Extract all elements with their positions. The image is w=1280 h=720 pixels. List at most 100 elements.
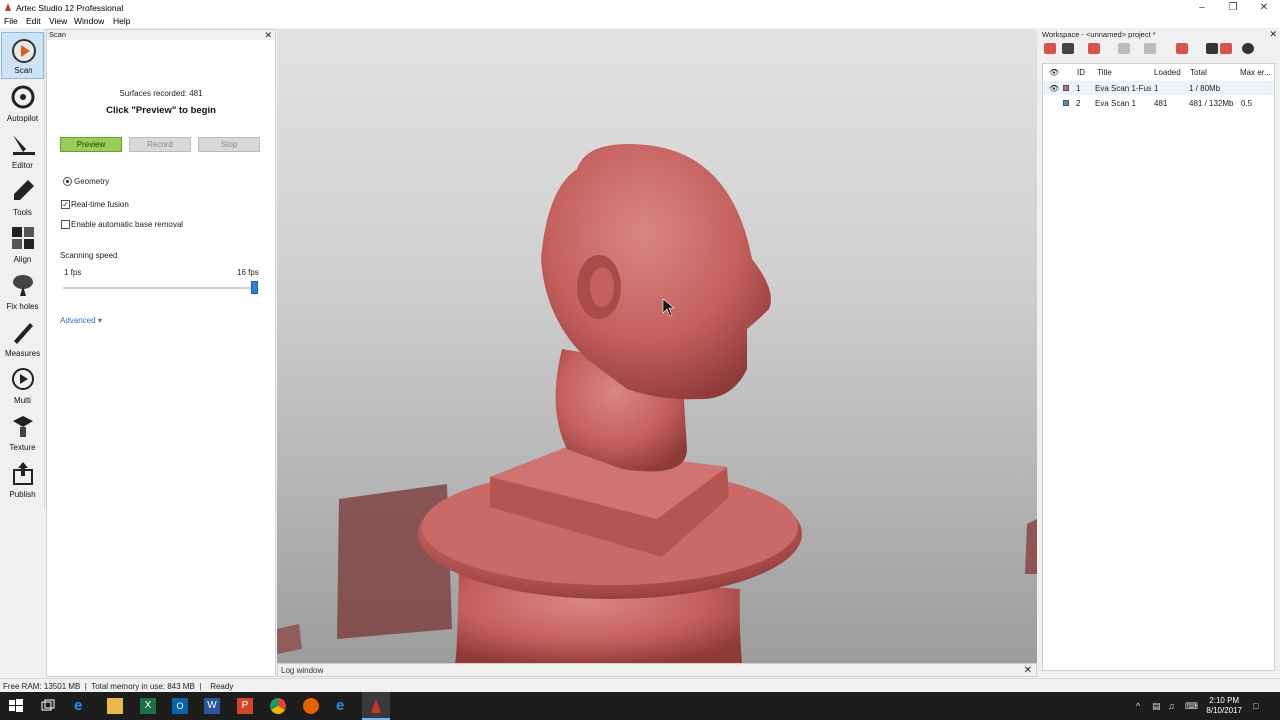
excel-icon[interactable]: X	[140, 698, 156, 714]
close-icon[interactable]: ✕	[264, 30, 272, 40]
window-title: Artec Studio 12 Professional	[16, 3, 124, 13]
scanning-speed-slider[interactable]	[63, 287, 258, 289]
task-view-icon[interactable]	[40, 698, 56, 714]
table-row[interactable]: 2 Eva Scan 1 481 481 / 132Mb 0.5	[1043, 96, 1274, 110]
tools-wrench-icon	[14, 180, 34, 200]
chevron-down-icon: ▾	[97, 316, 102, 325]
scan-icon	[12, 39, 36, 63]
status-bar: Free RAM: 13501 MB | Total memory in use…	[0, 678, 1280, 692]
log-window-bar[interactable]: Log window ✕	[277, 663, 1037, 677]
col-max-error[interactable]: Max er...	[1240, 68, 1271, 77]
fps-max-label: 16 fps	[237, 268, 259, 277]
title-bar: Artec Studio 12 Professional – ❐ ✕	[0, 0, 1280, 15]
notifications-icon[interactable]: □	[1253, 701, 1258, 711]
tool-tools[interactable]: Tools	[1, 173, 44, 220]
menu-help[interactable]: Help	[113, 16, 130, 26]
open-folder-icon[interactable]	[1062, 43, 1074, 54]
tray-chevron-icon[interactable]: ^	[1136, 701, 1140, 711]
volume-icon[interactable]: ♫	[1168, 701, 1175, 711]
workspace-table: 👁 ID Title Loaded Total Max er... 👁 1 Ev…	[1042, 63, 1275, 671]
align-puzzle-icon	[12, 227, 34, 249]
fix-holes-icon	[13, 275, 33, 296]
realtime-fusion-checkbox[interactable]: ✓	[61, 200, 70, 209]
tool-editor[interactable]: Editor	[1, 126, 44, 173]
undo-icon[interactable]	[1118, 43, 1130, 54]
taskbar: e X O W P e ^ ▤ ♫ ⌨ 2:10 PM 8/10/2017 □	[0, 692, 1280, 720]
scan-panel-header: Scan ✕	[47, 30, 275, 40]
tool-publish[interactable]: Publish	[1, 455, 44, 502]
remove-icon[interactable]	[1220, 43, 1232, 54]
network-icon[interactable]: ▤	[1152, 701, 1161, 712]
internet-explorer-icon[interactable]: e	[336, 698, 352, 714]
tool-measures[interactable]: Measures	[1, 314, 44, 361]
surfaces-recorded: Surfaces recorded: 481	[119, 89, 203, 98]
preview-button[interactable]: Preview	[60, 137, 122, 152]
tool-multi[interactable]: Multi	[1, 361, 44, 408]
col-loaded[interactable]: Loaded	[1154, 68, 1181, 77]
table-row[interactable]: 👁 1 Eva Scan 1-Fusi 1 1 / 80Mb	[1043, 81, 1274, 95]
app-logo-icon	[5, 3, 11, 11]
workspace-toolbar	[1040, 41, 1280, 58]
menu-file[interactable]: File	[4, 16, 18, 26]
new-project-icon[interactable]	[1044, 43, 1056, 54]
slider-handle[interactable]	[251, 281, 258, 294]
workspace-header: Workspace - <unnamed> project * ✕	[1042, 29, 1277, 40]
autopilot-icon	[11, 85, 35, 109]
close-window-button[interactable]: ✕	[1248, 0, 1280, 15]
measures-icon	[14, 323, 33, 344]
close-icon[interactable]: ✕	[1024, 664, 1032, 677]
system-clock[interactable]: 2:10 PM 8/10/2017	[1206, 696, 1242, 716]
save-icon[interactable]	[1088, 43, 1100, 54]
menu-edit[interactable]: Edit	[26, 16, 41, 26]
menu-view[interactable]: View	[49, 16, 67, 26]
publish-icon	[13, 462, 33, 485]
col-title[interactable]: Title	[1097, 68, 1112, 77]
minimize-button[interactable]: –	[1186, 0, 1218, 15]
chrome-icon[interactable]	[270, 698, 286, 714]
texture-icon	[13, 416, 33, 437]
copy-icon[interactable]	[1206, 43, 1218, 54]
preview-hint: Click "Preview" to begin	[106, 105, 216, 116]
close-icon[interactable]: ✕	[1269, 29, 1277, 40]
keyboard-icon[interactable]: ⌨	[1185, 701, 1198, 712]
record-button[interactable]: Record	[129, 137, 191, 152]
outlook-icon[interactable]: O	[172, 698, 188, 714]
edge-browser-icon[interactable]: e	[74, 698, 90, 714]
eye-icon[interactable]: 👁	[1049, 84, 1059, 93]
stop-button[interactable]: Stop	[198, 137, 260, 152]
powerpoint-icon[interactable]: P	[237, 698, 253, 714]
redo-icon[interactable]	[1144, 43, 1156, 54]
base-removal-checkbox[interactable]	[61, 220, 70, 229]
status-text: Free RAM: 13501 MB | Total memory in use…	[3, 682, 234, 691]
restore-button[interactable]: ❐	[1217, 0, 1249, 15]
col-total[interactable]: Total	[1190, 68, 1207, 77]
artec-studio-taskbar-button[interactable]	[362, 692, 390, 720]
tool-scan[interactable]: Scan	[1, 32, 44, 79]
tool-autopilot[interactable]: Autopilot	[1, 79, 44, 126]
geometry-radio[interactable]	[63, 177, 72, 186]
delete-icon[interactable]	[1176, 43, 1188, 54]
col-id[interactable]: ID	[1077, 68, 1085, 77]
geometry-label: Geometry	[74, 177, 110, 186]
menu-bar: File Edit View Window Help	[0, 15, 1280, 28]
color-swatch	[1063, 85, 1069, 91]
tool-align[interactable]: Align	[1, 220, 44, 267]
tool-texture[interactable]: Texture	[1, 408, 44, 455]
advanced-toggle[interactable]: Advanced ▾	[60, 316, 102, 325]
file-explorer-icon[interactable]	[107, 698, 123, 714]
firefox-icon[interactable]	[303, 698, 319, 714]
tool-fix-holes[interactable]: Fix holes	[1, 267, 44, 314]
multi-icon	[12, 368, 34, 390]
word-icon[interactable]: W	[204, 698, 220, 714]
gear-icon[interactable]	[1242, 43, 1254, 54]
scanning-speed-label: Scanning speed	[60, 251, 118, 260]
fps-min-label: 1 fps	[64, 268, 82, 277]
workspace-panel: Workspace - <unnamed> project * ✕ 👁 ID T…	[1040, 29, 1280, 677]
artec-logo-icon	[371, 699, 381, 713]
eye-icon[interactable]: 👁	[1049, 68, 1059, 77]
color-swatch	[1063, 100, 1069, 106]
windows-start-icon[interactable]	[8, 698, 24, 714]
menu-window[interactable]: Window	[74, 16, 104, 26]
3d-viewport[interactable]	[277, 29, 1037, 663]
base-removal-label: Enable automatic base removal	[71, 220, 184, 229]
